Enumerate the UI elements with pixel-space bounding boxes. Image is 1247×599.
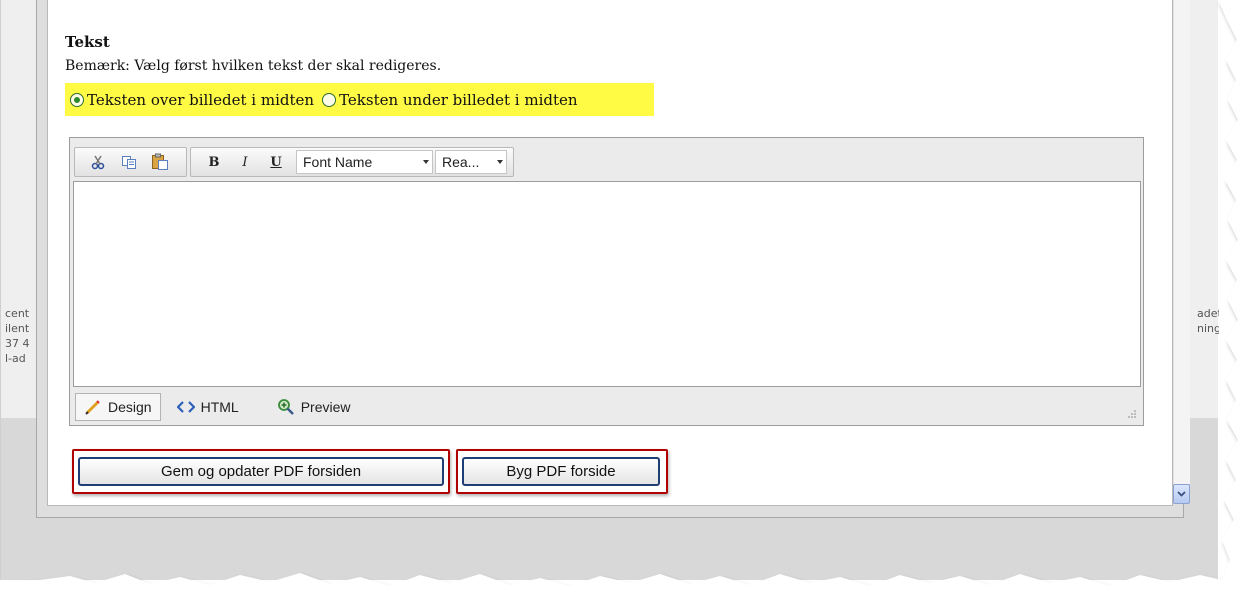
scroll-down-button[interactable] bbox=[1173, 484, 1190, 504]
tab-preview-label: Preview bbox=[300, 399, 351, 415]
resize-grip-icon[interactable] bbox=[1127, 409, 1137, 419]
tab-html[interactable]: HTML bbox=[169, 393, 247, 421]
background-left-line: ilent bbox=[5, 322, 30, 335]
background-right-line: adet: C bbox=[1197, 307, 1219, 320]
radio-text-below[interactable]: Teksten under billedet i midten bbox=[322, 90, 578, 109]
rich-text-editor: B I U Font Name Rea... Design HTML Previ… bbox=[69, 137, 1144, 426]
dialog-content: Tekst Bemærk: Vælg først hvilken tekst d… bbox=[47, 0, 1190, 506]
font-size-select[interactable]: Rea... bbox=[435, 150, 507, 174]
background-right-line: ningsmo bbox=[1197, 322, 1219, 335]
editor-toolbar: B I U Font Name Rea... bbox=[74, 147, 517, 177]
font-name-value: Font Name bbox=[303, 154, 373, 170]
copy-icon[interactable] bbox=[118, 151, 140, 173]
chevron-down-icon bbox=[423, 160, 429, 164]
save-update-pdf-button[interactable]: Gem og opdater PDF forsiden bbox=[78, 457, 444, 486]
italic-button[interactable]: I bbox=[234, 151, 256, 173]
editor-mode-bar: Design HTML Preview bbox=[70, 389, 1143, 425]
save-update-highlight: Gem og opdater PDF forsiden bbox=[72, 449, 450, 494]
cut-icon[interactable] bbox=[87, 151, 109, 173]
underline-button[interactable]: U bbox=[265, 151, 287, 173]
pencil-icon bbox=[85, 400, 100, 415]
radio-unselected-indicator[interactable] bbox=[322, 92, 337, 107]
background-left-line: 37 4 bbox=[5, 337, 30, 350]
tab-design[interactable]: Design bbox=[75, 393, 161, 421]
background-left-line: l-ad bbox=[5, 352, 26, 365]
chevron-down-icon bbox=[1177, 491, 1186, 497]
section-title: Tekst bbox=[65, 33, 110, 51]
section-note: Bemærk: Vælg først hvilken tekst der ska… bbox=[65, 58, 442, 74]
build-pdf-highlight: Byg PDF forside bbox=[456, 449, 668, 494]
text-selection-radio-group: Teksten over billedet i midten Teksten u… bbox=[65, 83, 654, 116]
tab-html-label: HTML bbox=[200, 399, 239, 415]
font-size-value: Rea... bbox=[442, 154, 480, 170]
magnifier-icon bbox=[277, 399, 294, 415]
code-icon bbox=[176, 401, 195, 413]
background-right-text: adet: C ningsmo bbox=[1197, 306, 1219, 336]
radio-label: Teksten over billedet i midten bbox=[87, 90, 315, 109]
background-left-line: cent bbox=[5, 307, 30, 320]
tab-preview[interactable]: Preview bbox=[269, 393, 359, 421]
radio-selected-indicator[interactable] bbox=[70, 92, 84, 107]
font-name-select[interactable]: Font Name bbox=[296, 150, 433, 174]
background-left-text: cent ilent 37 4 l-ad bbox=[5, 306, 37, 366]
tab-design-label: Design bbox=[108, 399, 152, 415]
format-group: B I U Font Name Rea... bbox=[190, 147, 514, 177]
build-pdf-button[interactable]: Byg PDF forside bbox=[462, 457, 660, 486]
editor-content-area[interactable] bbox=[73, 181, 1141, 387]
dialog-window: Tekst Bemærk: Vælg først hvilken tekst d… bbox=[36, 0, 1190, 518]
paste-icon[interactable] bbox=[149, 151, 171, 173]
chevron-down-icon bbox=[497, 160, 503, 164]
scrollbar-track[interactable] bbox=[1173, 0, 1190, 484]
radio-text-above[interactable]: Teksten over billedet i midten bbox=[70, 91, 314, 109]
bold-button[interactable]: B bbox=[203, 151, 225, 173]
radio-label: Teksten under billedet i midten bbox=[339, 90, 578, 109]
clipboard-group bbox=[74, 147, 187, 177]
